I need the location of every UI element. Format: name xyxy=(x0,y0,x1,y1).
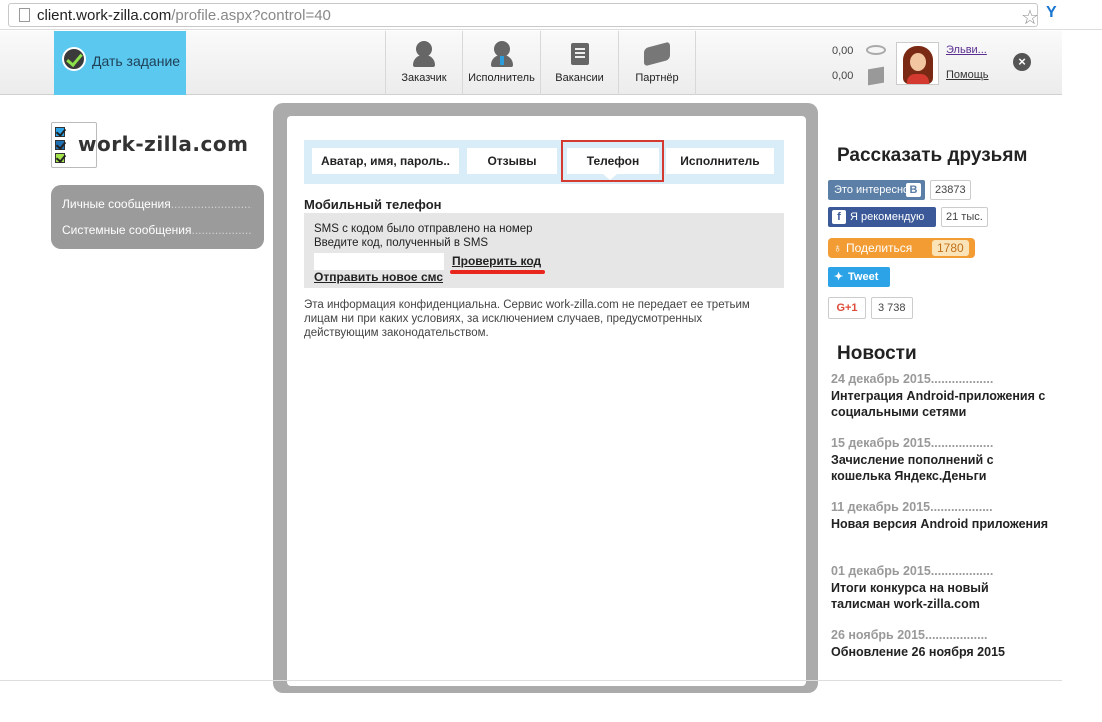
fb-share-button[interactable]: f Я рекомендую xyxy=(828,207,936,227)
resend-sms-link[interactable]: Отправить новое смс xyxy=(314,270,443,284)
menu-item-label: Системные сообщения xyxy=(62,223,192,237)
balance-main: 0,00 xyxy=(832,45,854,57)
news-date: 26 ноябрь 2015.................. xyxy=(831,628,988,642)
menu-item-label: Личные сообщения xyxy=(62,197,171,211)
section-title: Мобильный телефон xyxy=(304,197,442,212)
nav-freelancer-label: Исполнитель xyxy=(468,72,535,84)
news-date: 01 декабрь 2015.................. xyxy=(831,564,994,578)
tab-freelancer[interactable]: Исполнитель xyxy=(666,148,774,174)
facebook-icon: f xyxy=(832,210,846,224)
tweet-button[interactable]: ✦ Tweet xyxy=(828,267,890,287)
customer-icon xyxy=(413,41,435,67)
nav-partner-label: Партнёр xyxy=(635,72,679,84)
page-bottom-divider xyxy=(0,680,1062,681)
odnoklassniki-icon: ♁ xyxy=(833,241,842,255)
fb-share-count: 21 тыс. xyxy=(941,207,988,227)
menu-item-system-messages[interactable]: Системные сообщения.....................… xyxy=(62,223,252,237)
nav-customer-label: Заказчик xyxy=(401,72,447,84)
news-item-link[interactable]: Итоги конкурса на новый талисман work-zi… xyxy=(831,580,1051,612)
avatar[interactable] xyxy=(896,42,939,85)
google-plus-button[interactable]: G+1 xyxy=(828,297,866,319)
check-code-link[interactable]: Проверить код xyxy=(452,254,541,268)
nav-vacancies[interactable]: Вакансии xyxy=(540,31,618,95)
help-link[interactable]: Помощь xyxy=(946,69,989,81)
red-annotation-underline xyxy=(450,270,545,274)
news-date: 11 декабрь 2015.................. xyxy=(831,500,993,514)
tab-avatar[interactable]: Аватар, имя, пароль.. xyxy=(312,148,459,174)
news-item-link[interactable]: Обновление 26 ноября 2015 xyxy=(831,644,1051,660)
vk-share-button[interactable]: Это интересно В xyxy=(828,180,925,200)
tweet-label: Tweet xyxy=(848,271,879,283)
url-host: client.work-zilla.com xyxy=(37,7,172,24)
sms-sent-text: SMS с кодом было отправлено на номер xyxy=(314,223,533,235)
google-plus-count: 3 738 xyxy=(871,297,913,319)
nav-partner[interactable]: Партнёр xyxy=(618,31,696,95)
site-logo[interactable]: work-zilla.com xyxy=(51,122,251,170)
ok-share-count: 1780 xyxy=(932,240,969,256)
tab-reviews[interactable]: Отзывы xyxy=(467,148,557,174)
sms-enter-text: Введите код, полученный в SMS xyxy=(314,237,489,249)
active-tab-pointer xyxy=(603,174,617,180)
logo-text: work-zilla.com xyxy=(78,132,249,156)
left-menu: Личные сообщения........................… xyxy=(51,185,264,249)
nav-vacancies-label: Вакансии xyxy=(555,72,604,84)
extension-icon[interactable]: Y xyxy=(1046,4,1057,22)
coins-icon xyxy=(866,45,886,55)
url-text[interactable]: client.work-zilla.com/profile.aspx?contr… xyxy=(37,7,331,24)
menu-item-personal-messages[interactable]: Личные сообщения........................… xyxy=(62,197,252,211)
nav-freelancer[interactable]: Исполнитель xyxy=(462,31,540,95)
checkmark-icon xyxy=(62,47,86,71)
nav-customer[interactable]: Заказчик xyxy=(385,31,462,95)
balance-bonus: 0,00 xyxy=(832,70,854,82)
news-item-link[interactable]: Зачисление пополнений с кошелька Яндекс.… xyxy=(831,452,1051,484)
wallet-icon xyxy=(868,66,884,86)
create-task-button[interactable]: Дать задание xyxy=(54,31,186,95)
url-field[interactable]: client.work-zilla.com/profile.aspx?contr… xyxy=(8,3,1039,30)
ok-share-label: Поделиться xyxy=(846,241,913,255)
news-item-link[interactable]: Новая версия Android приложения xyxy=(831,516,1051,532)
user-name-link[interactable]: Эльви... xyxy=(946,44,987,56)
confidentiality-note: Эта информация конфиденциальна. Сервис w… xyxy=(304,299,750,339)
freelancer-icon xyxy=(490,41,513,67)
page-icon xyxy=(19,8,30,22)
ok-share-button[interactable]: ♁ Поделиться 1780 xyxy=(828,238,975,258)
vk-share-count: 23873 xyxy=(930,180,971,200)
browser-address-bar: client.work-zilla.com/profile.aspx?contr… xyxy=(0,0,1102,30)
vk-share-label: Это интересно xyxy=(834,184,910,196)
sms-code-input[interactable] xyxy=(314,253,444,270)
news-title: Новости xyxy=(837,343,917,364)
news-date: 15 декабрь 2015.................. xyxy=(831,436,994,450)
news-date: 24 декабрь 2015.................. xyxy=(831,372,994,386)
vk-icon: В xyxy=(906,183,921,197)
handshake-icon xyxy=(644,41,670,67)
fb-share-label: Я рекомендую xyxy=(850,211,925,223)
create-task-label: Дать задание xyxy=(92,53,181,69)
logout-close-icon[interactable]: × xyxy=(1013,53,1031,71)
menu-item-dots: ........................................ xyxy=(191,223,252,237)
share-title: Рассказать друзьям xyxy=(837,145,1028,166)
twitter-bird-icon: ✦ xyxy=(834,271,844,283)
news-item-link[interactable]: Интеграция Android-приложения с социальн… xyxy=(831,388,1051,420)
url-path: /profile.aspx?control=40 xyxy=(171,7,331,24)
vacancies-icon xyxy=(569,41,591,67)
star-icon[interactable]: ☆ xyxy=(1021,5,1039,30)
top-navigation-bar: Дать задание Заказчик Исполнитель Ваканс… xyxy=(0,31,1062,95)
menu-item-dots: ........................................ xyxy=(170,197,252,211)
